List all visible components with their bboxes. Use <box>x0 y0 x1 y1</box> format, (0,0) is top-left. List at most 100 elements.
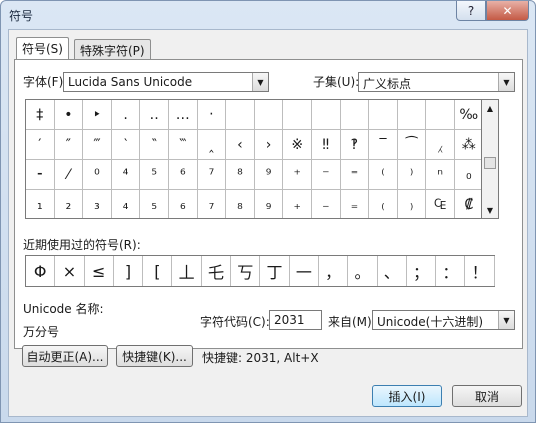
symbol-cell[interactable]: ₊ <box>283 190 312 218</box>
recent-symbol-cell[interactable]: ] <box>114 256 144 286</box>
tab-special-characters[interactable]: 特殊字符(P) <box>74 39 151 59</box>
symbol-cell[interactable] <box>312 100 341 130</box>
symbol-cell[interactable]: ⁁ <box>426 130 455 160</box>
recent-symbol-cell[interactable]: 丂 <box>231 256 261 286</box>
symbol-cell[interactable] <box>426 100 455 130</box>
symbol-cell[interactable] <box>397 100 427 130</box>
subset-select[interactable]: 广义标点 ▼ <box>358 72 515 92</box>
symbol-cell[interactable]: ⁂ <box>455 130 481 160</box>
scroll-thumb[interactable] <box>484 157 496 169</box>
symbol-cell[interactable]: ₋ <box>312 190 341 218</box>
symbol-cell[interactable]: ‸ <box>197 130 227 160</box>
unicode-name-label: Unicode 名称: <box>23 302 104 316</box>
symbol-cell[interactable]: ․ <box>111 100 141 130</box>
symbol-cell[interactable]: ⁄ <box>54 160 84 190</box>
symbol-cell[interactable]: ⁿ <box>426 160 455 190</box>
symbol-cell[interactable]: ‽ <box>340 130 370 160</box>
symbol-cell[interactable]: ⁻ <box>312 160 341 190</box>
from-value: Unicode(十六进制) <box>377 315 484 329</box>
char-code-input[interactable]: 2031 <box>269 310 322 330</box>
recent-symbol-cell[interactable]: [ <box>143 256 173 286</box>
symbol-grid: ‡ • ‣ ․ ‥… ‧ ‰ ′ ″ ‴ ‵ ‶ ‷ ‸ ‹ › ※ ‼ ‽ ‾ ⁀ ⁁ ⁂ ⁃ ⁄ ⁰ ⁴ ⁵ ⁶ ⁷ ⁸ ⁹ ⁺ ⁻ ⁼ ⁽ ⁾ ⁿ ₀… <box>25 99 482 219</box>
symbol-cell[interactable]: … <box>169 100 198 130</box>
symbol-cell[interactable]: ‼ <box>312 130 341 160</box>
symbol-cell[interactable]: ⁰ <box>83 160 112 190</box>
symbol-cell[interactable]: ₠ <box>426 190 455 218</box>
symbol-cell[interactable]: ₍ <box>369 190 398 218</box>
symbol-cell[interactable]: ₀ <box>455 160 481 190</box>
font-select[interactable]: Lucida Sans Unicode ▼ <box>63 72 269 92</box>
symbol-cell[interactable]: ‹ <box>226 130 255 160</box>
symbol-cell[interactable]: › <box>254 130 284 160</box>
symbol-cell[interactable]: ₁ <box>26 190 55 218</box>
symbol-cell[interactable]: ‴ <box>83 130 112 160</box>
symbol-cell[interactable]: ″ <box>54 130 84 160</box>
symbol-cell[interactable]: ‾ <box>369 130 398 160</box>
symbol-cell[interactable]: ※ <box>283 130 312 160</box>
scroll-up-icon[interactable]: ▲ <box>482 100 498 116</box>
symbol-cell[interactable]: ⁼ <box>340 160 370 190</box>
symbol-cell[interactable]: ⁷ <box>197 160 227 190</box>
recent-symbol-cell[interactable]: 丁 <box>260 256 290 286</box>
subset-label: 子集(U): <box>313 75 360 89</box>
tab-symbols[interactable]: 符号(S) <box>16 37 69 59</box>
symbol-cell[interactable]: ₉ <box>255 190 284 218</box>
from-select[interactable]: Unicode(十六进制) ▼ <box>372 310 515 330</box>
symbol-cell[interactable]: ₅ <box>140 190 169 218</box>
recent-symbol-cell[interactable]: 。 <box>348 256 378 286</box>
symbol-cell[interactable]: ‰ <box>455 100 481 130</box>
symbol-cell[interactable]: • <box>54 100 84 130</box>
recent-symbol-cell[interactable]: 一 <box>290 256 319 286</box>
symbol-cell[interactable]: ‡ <box>26 100 55 130</box>
insert-button[interactable]: 插入(I) <box>372 385 442 407</box>
recent-symbol-cell[interactable]: ； <box>407 256 437 286</box>
recent-symbol-cell[interactable]: 乇 <box>202 256 232 286</box>
symbol-cell[interactable] <box>340 100 370 130</box>
recent-symbol-cell[interactable]: Φ <box>26 256 56 286</box>
symbol-cell[interactable] <box>254 100 284 130</box>
recent-symbol-cell[interactable]: ≤ <box>85 256 114 286</box>
shortcut-key-button[interactable]: 快捷键(K)... <box>116 345 193 367</box>
symbol-cell[interactable]: ‥ <box>140 100 169 130</box>
symbol-cell[interactable]: ⁾ <box>397 160 427 190</box>
recent-symbol-cell[interactable]: ！ <box>466 256 495 286</box>
recent-symbol-cell[interactable]: × <box>55 256 85 286</box>
symbol-cell[interactable]: ₂ <box>55 190 84 218</box>
scroll-down-icon[interactable]: ▼ <box>482 202 498 218</box>
symbol-cell[interactable]: ⁴ <box>111 160 141 190</box>
symbol-cell[interactable]: ⁀ <box>397 130 427 160</box>
symbol-grid-scrollbar[interactable]: ▲ ▼ <box>482 99 499 219</box>
symbol-cell[interactable]: ⁃ <box>26 160 55 190</box>
symbol-cell[interactable]: ‷ <box>169 130 198 160</box>
symbol-cell[interactable]: ⁶ <box>169 160 198 190</box>
symbol-cell[interactable]: ₈ <box>226 190 255 218</box>
symbol-cell[interactable]: ₌ <box>341 190 370 218</box>
cancel-button[interactable]: 取消 <box>452 385 522 407</box>
recent-symbol-cell[interactable]: ， <box>319 256 349 286</box>
symbol-cell[interactable]: ₇ <box>198 190 227 218</box>
symbol-cell[interactable]: ⁽ <box>369 160 398 190</box>
symbol-cell[interactable]: ⁸ <box>226 160 255 190</box>
symbol-cell[interactable] <box>369 100 398 130</box>
autocorrect-button[interactable]: 自动更正(A)... <box>22 345 108 367</box>
recent-symbol-cell[interactable]: 、 <box>378 256 407 286</box>
close-button[interactable]: ✕ <box>486 1 529 21</box>
help-button[interactable]: ? <box>456 1 486 21</box>
symbol-cell[interactable] <box>283 100 312 130</box>
symbol-cell[interactable]: ‧ <box>197 100 227 130</box>
symbol-cell[interactable]: ₃ <box>83 190 112 218</box>
symbol-cell[interactable]: ‣ <box>83 100 112 130</box>
symbol-cell[interactable]: ⁵ <box>140 160 169 190</box>
recent-symbol-cell[interactable]: ： <box>436 256 466 286</box>
symbol-cell[interactable]: ₆ <box>169 190 198 218</box>
symbol-cell[interactable]: ₎ <box>398 190 427 218</box>
symbol-cell[interactable]: ⁹ <box>254 160 284 190</box>
symbol-cell[interactable]: ₄ <box>112 190 141 218</box>
symbol-cell[interactable] <box>226 100 255 130</box>
symbol-cell[interactable]: ₡ <box>455 190 481 218</box>
symbol-cell[interactable]: ′ <box>26 130 55 160</box>
symbol-cell[interactable]: ‵ <box>111 130 141 160</box>
symbol-cell[interactable]: ‶ <box>140 130 169 160</box>
recent-symbol-cell[interactable]: 丄 <box>173 256 202 286</box>
symbol-cell[interactable]: ⁺ <box>283 160 312 190</box>
